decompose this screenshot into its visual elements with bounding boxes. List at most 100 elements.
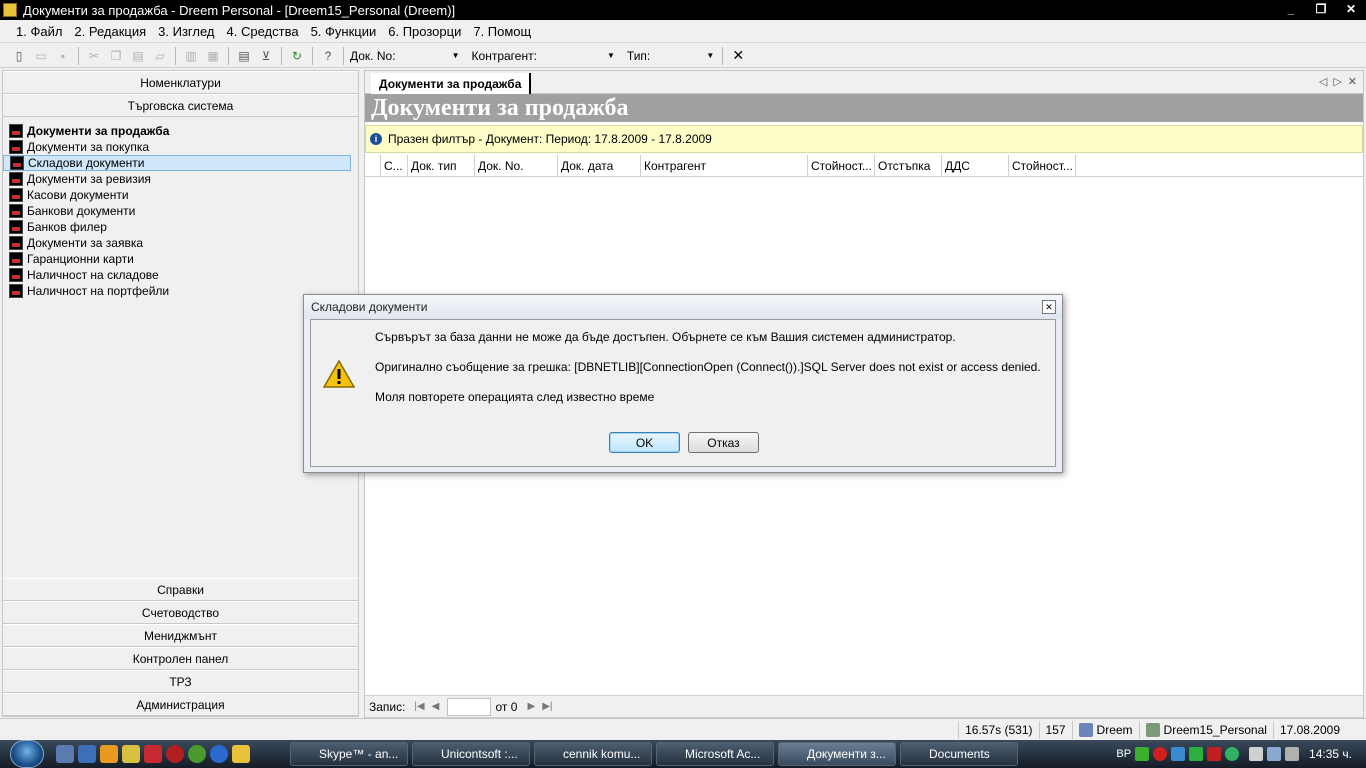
- menu-functions[interactable]: 5. Функции: [305, 24, 383, 39]
- nav-item-warehouse-documents[interactable]: Складови документи: [3, 155, 351, 171]
- new-document-icon[interactable]: ▯: [9, 46, 29, 66]
- record-number-input[interactable]: [447, 697, 492, 716]
- internet-explorer-icon[interactable]: [210, 745, 228, 763]
- nav-item-bank-documents[interactable]: Банкови документи: [3, 203, 351, 219]
- column-header[interactable]: ДДС: [942, 155, 1009, 177]
- tray-volume-icon[interactable]: [1285, 747, 1300, 761]
- taskbar-label: Unicontsoft :...: [441, 747, 518, 761]
- nav-item-order-documents[interactable]: Документи за заявка: [3, 235, 351, 251]
- copy-icon[interactable]: ❐: [106, 46, 126, 66]
- group-control-panel[interactable]: Контролен панел: [3, 647, 358, 670]
- tray-monitor-icon[interactable]: [1267, 747, 1282, 761]
- menu-file[interactable]: 1. Файл: [10, 24, 68, 39]
- close-button[interactable]: ✕: [1336, 0, 1366, 18]
- column-header[interactable]: Стойност...: [808, 155, 875, 177]
- opera-icon[interactable]: [166, 745, 184, 763]
- nav-item-purchase-documents[interactable]: Документи за покупка: [3, 139, 351, 155]
- column-header[interactable]: С...: [381, 155, 408, 177]
- dreem-icon[interactable]: [232, 745, 250, 763]
- show-desktop-icon[interactable]: [56, 745, 74, 763]
- dialog-close-icon[interactable]: ✕: [1042, 300, 1056, 314]
- uk-flag-icon[interactable]: [144, 745, 162, 763]
- paste-icon[interactable]: ▤: [128, 46, 148, 66]
- minimize-button[interactable]: _: [1276, 0, 1306, 18]
- nav-item-label: Банкови документи: [27, 204, 136, 218]
- menu-tools[interactable]: 4. Средства: [221, 24, 305, 39]
- eraser-icon[interactable]: ▱: [150, 46, 170, 66]
- ok-button[interactable]: OK: [609, 432, 680, 453]
- next-record-icon[interactable]: ▶: [523, 699, 539, 715]
- tray-app-icon[interactable]: [1135, 747, 1150, 761]
- tray-sync-icon[interactable]: [1189, 747, 1204, 761]
- tab-strip: Документи за продажба ◁ ▷ ✕: [365, 71, 1363, 94]
- tab-prev-icon[interactable]: ◁: [1319, 75, 1327, 88]
- prev-record-icon[interactable]: ◀: [427, 699, 443, 715]
- cancel-button[interactable]: Отказ: [688, 432, 759, 453]
- column-header[interactable]: Отстъпка: [875, 155, 942, 177]
- nav-item-warehouse-stock[interactable]: Наличност на складове: [3, 267, 351, 283]
- menu-view[interactable]: 3. Изглед: [152, 24, 220, 39]
- toolbar-separator: [281, 46, 282, 65]
- column-header[interactable]: Док. тип: [408, 155, 475, 177]
- first-record-icon[interactable]: |◀: [411, 699, 427, 715]
- nav-item-warranty-cards[interactable]: Гаранционни карти: [3, 251, 351, 267]
- tray-device-icon[interactable]: [1249, 747, 1264, 761]
- menu-windows[interactable]: 6. Прозорци: [382, 24, 467, 39]
- tray-acrobat-icon[interactable]: [1207, 747, 1222, 761]
- group-trade-system[interactable]: Търговска система: [3, 94, 358, 117]
- taskbar-documents[interactable]: Documents: [900, 742, 1018, 766]
- taskbar-dreem[interactable]: Документи з...: [778, 742, 896, 766]
- nav-item-portfolio-stock[interactable]: Наличност на портфейли: [3, 283, 351, 299]
- menu-edit[interactable]: 2. Редакция: [68, 24, 152, 39]
- group-nomenclatures[interactable]: Номенклатури: [3, 71, 358, 94]
- nav-item-sales-documents[interactable]: Документи за продажба: [3, 123, 351, 139]
- help-icon[interactable]: ?: [318, 46, 338, 66]
- tab-close-icon[interactable]: ✕: [1348, 75, 1357, 88]
- media-player-icon[interactable]: [100, 745, 118, 763]
- filter-icon[interactable]: ⊻: [256, 46, 276, 66]
- taskbar-unicontsoft[interactable]: Unicontsoft :...: [412, 742, 530, 766]
- column-header[interactable]: Стойност...: [1009, 155, 1076, 177]
- restore-button[interactable]: ❐: [1306, 0, 1336, 18]
- print-preview-icon[interactable]: ▦: [203, 46, 223, 66]
- group-payroll[interactable]: ТРЗ: [3, 670, 358, 693]
- language-indicator[interactable]: BP: [1116, 748, 1131, 760]
- column-header[interactable]: Контрагент: [641, 155, 808, 177]
- chrome-icon[interactable]: [188, 745, 206, 763]
- last-record-icon[interactable]: ▶|: [539, 699, 555, 715]
- nav-item-revision-documents[interactable]: Документи за ревизия: [3, 171, 351, 187]
- group-accounting[interactable]: Счетоводство: [3, 601, 358, 624]
- start-button[interactable]: [10, 740, 44, 768]
- refresh-icon[interactable]: ↻: [287, 46, 307, 66]
- group-administration[interactable]: Администрация: [3, 693, 358, 716]
- nav-item-cash-documents[interactable]: Касови документи: [3, 187, 351, 203]
- taskbar-skype[interactable]: Skype™ - an...: [290, 742, 408, 766]
- tab-sales-documents[interactable]: Документи за продажба: [371, 73, 532, 94]
- chevron-down-icon: ▼: [706, 51, 715, 60]
- open-folder-icon[interactable]: ▭: [31, 46, 51, 66]
- taskbar-cennik[interactable]: cennik komu...: [534, 742, 652, 766]
- group-management[interactable]: Мениджмънт: [3, 624, 358, 647]
- type-combo[interactable]: ▼: [654, 46, 719, 65]
- menu-help[interactable]: 7. Помощ: [467, 24, 537, 39]
- winamp-icon[interactable]: [122, 745, 140, 763]
- clock[interactable]: 14:35 ч.: [1309, 747, 1352, 761]
- contragent-combo[interactable]: ▼: [540, 46, 619, 65]
- column-header[interactable]: Док. No.: [475, 155, 558, 177]
- explorer-icon[interactable]: [78, 745, 96, 763]
- cut-icon[interactable]: ✂: [84, 46, 104, 66]
- doc-no-combo[interactable]: ▼: [399, 46, 464, 65]
- tray-antivirus-icon[interactable]: [1153, 747, 1168, 761]
- clear-filter-icon[interactable]: ✕: [728, 46, 748, 66]
- table-icon[interactable]: ▤: [234, 46, 254, 66]
- column-header[interactable]: Док. дата: [558, 155, 641, 177]
- taskbar-microsoft-access[interactable]: Microsoft Ac...: [656, 742, 774, 766]
- nav-item-bank-filer[interactable]: Банков филер: [3, 219, 351, 235]
- save-icon[interactable]: ▪: [53, 46, 73, 66]
- group-reports[interactable]: Справки: [3, 578, 358, 601]
- tray-network-icon[interactable]: [1171, 747, 1186, 761]
- tray-update-icon[interactable]: [1225, 747, 1240, 761]
- print-icon[interactable]: ▥: [181, 46, 201, 66]
- tab-next-icon[interactable]: ▷: [1333, 75, 1341, 88]
- document-icon: [9, 220, 23, 234]
